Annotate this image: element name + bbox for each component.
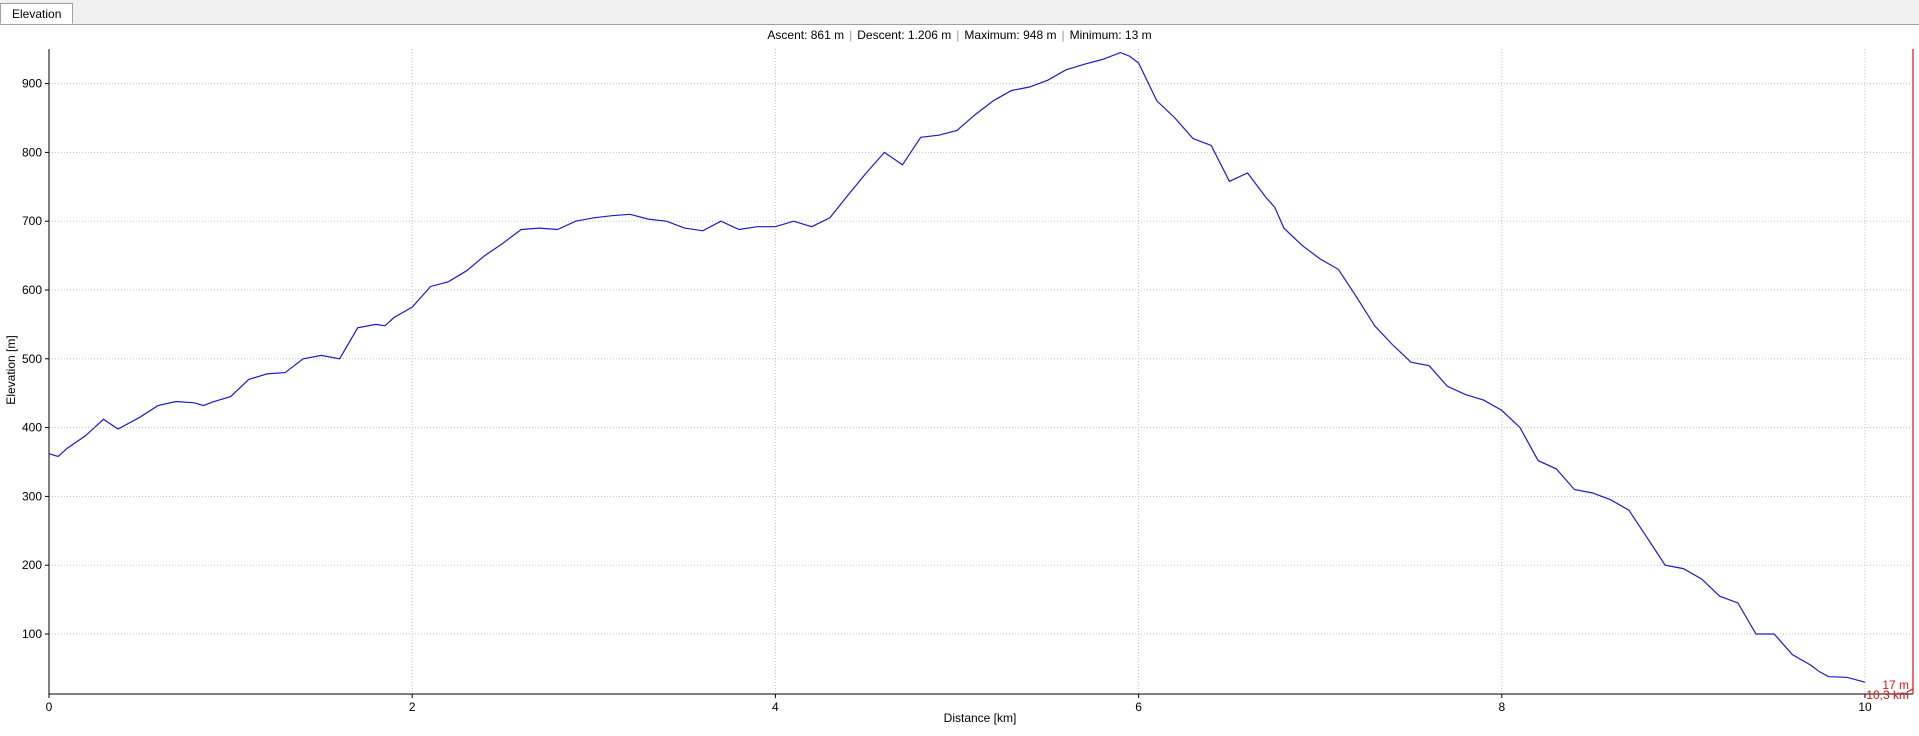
elevation-chart[interactable]: 100 200 300 400 500 600 700 800 900 0 2 4 6 8 10 Dista…	[0, 0, 1919, 736]
y-axis-title: Elevation [m]	[4, 335, 18, 404]
chart-axes	[48, 49, 1913, 695]
x-tick-label: 4	[772, 700, 779, 714]
y-tick-label: 500	[22, 352, 42, 366]
x-tick-label: 2	[409, 700, 416, 714]
y-tick-label: 900	[22, 77, 42, 91]
y-tick-label: 100	[22, 627, 42, 641]
x-tick-label: 6	[1135, 700, 1142, 714]
elevation-profile-line	[48, 51, 1866, 683]
x-tick-label: 10	[1858, 700, 1872, 714]
y-tick-label: 200	[22, 558, 42, 572]
chart-grid	[49, 49, 1913, 694]
y-tick-label: 400	[22, 421, 42, 435]
x-tick-label: 8	[1498, 700, 1505, 714]
x-tick-label: 0	[46, 700, 53, 714]
y-tick-label: 700	[22, 214, 42, 228]
y-tick-label: 300	[22, 489, 42, 503]
position-marker[interactable]: 17 m 10,3 km	[1866, 49, 1914, 702]
x-axis-title: Distance [km]	[944, 711, 1017, 725]
chart-ticks: 100 200 300 400 500 600 700 800 900 0 2 4 6 8 10	[22, 77, 1872, 714]
marker-distance-label: 10,3 km	[1866, 688, 1909, 702]
y-tick-label: 600	[22, 283, 42, 297]
y-tick-label: 800	[22, 145, 42, 159]
